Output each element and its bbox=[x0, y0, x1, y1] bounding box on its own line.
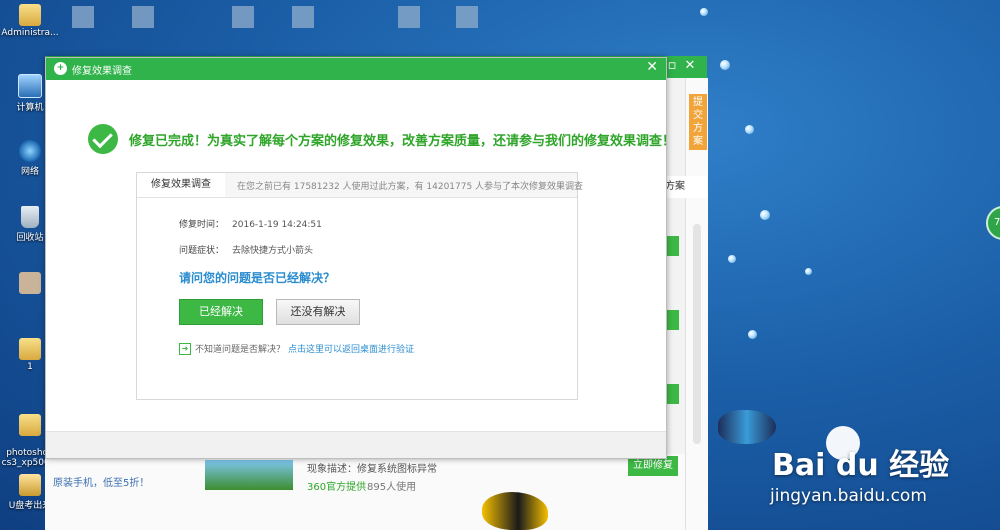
arrow-right-icon: ➜ bbox=[179, 343, 191, 355]
desktop-icon-label: 计算机 bbox=[16, 103, 44, 113]
computer-icon bbox=[18, 74, 42, 98]
desktop-icon-administrator[interactable]: Administra... bbox=[0, 4, 60, 38]
desktop-icon-label: 回收站 bbox=[16, 233, 44, 243]
bubble bbox=[748, 330, 757, 339]
folder-icon bbox=[19, 338, 41, 360]
hint-text: 不知道问题是否解决？ bbox=[195, 345, 286, 355]
blurred-icon bbox=[398, 6, 420, 28]
folder-icon bbox=[19, 414, 41, 436]
survey-panel: 修复效果调查 在您之前已有 17581232 人使用过此方案，有 1420177… bbox=[136, 172, 583, 400]
desktop-top-strip bbox=[0, 0, 1000, 50]
question-heading: 请问您的问题是否已经解决？ bbox=[179, 271, 336, 285]
panel-header: 修复效果调查 在您之前已有 17581232 人使用过此方案，有 1420177… bbox=[137, 173, 583, 198]
bubble bbox=[760, 210, 770, 220]
bubble bbox=[728, 255, 736, 263]
blurred-icon bbox=[132, 6, 154, 28]
baidu-jingyan-watermark: Bai du 经验 bbox=[772, 448, 950, 483]
dialog-footer bbox=[46, 431, 666, 458]
bubble bbox=[745, 125, 754, 134]
promo-link[interactable]: 原装手机，低至5折！ bbox=[53, 474, 149, 489]
scrollbar[interactable] bbox=[693, 224, 701, 444]
not-solved-button[interactable]: 还没有解决 bbox=[276, 299, 360, 325]
bubble bbox=[700, 8, 708, 16]
repair-time-row: 修复时间： 2016-1-19 14:24:51 bbox=[179, 217, 322, 230]
bubble bbox=[720, 60, 730, 70]
background-list-item: 现象描述：修复系统图标异常 360官方提供 895人使用 立即修复 原装手机，低… bbox=[45, 454, 685, 530]
check-icon bbox=[88, 124, 118, 154]
scheme-tab[interactable]: 方案 bbox=[665, 176, 707, 198]
completion-message: 修复已完成！为真实了解每个方案的修复效果，改善方案质量，还请参与我们的修复效果调… bbox=[129, 134, 676, 149]
source-label: 360官方提供 bbox=[307, 482, 367, 493]
dialog-title-bar: + 修复效果调查 ✕ bbox=[46, 58, 666, 80]
bubble bbox=[805, 268, 812, 275]
blurred-icon bbox=[19, 272, 41, 294]
gauge-widget[interactable]: 7 bbox=[986, 206, 1000, 240]
fish-decoration bbox=[718, 410, 776, 444]
app-logo-icon: + bbox=[54, 62, 67, 75]
desktop-icon-label: 1 bbox=[27, 362, 33, 372]
desktop-icon-label: Administra... bbox=[1, 28, 59, 38]
usage-count: 895人使用 bbox=[367, 482, 417, 493]
repair-time-value: 2016-1-19 14:24:51 bbox=[232, 220, 322, 230]
symptom-label: 问题症状： bbox=[179, 246, 225, 256]
fish-decoration bbox=[482, 492, 548, 530]
repair-survey-dialog: + 修复效果调查 ✕ 修复已完成！为真实了解每个方案的修复效果，改善方案质量，还… bbox=[45, 57, 675, 459]
watermark-url: jingyan.baidu.com bbox=[770, 486, 927, 506]
recycle-bin-icon bbox=[21, 206, 39, 228]
verify-on-desktop-link[interactable]: 点击这里可以返回桌面进行验证 bbox=[288, 342, 414, 355]
blurred-icon bbox=[72, 6, 94, 28]
symptom-description: 现象描述：修复系统图标异常 bbox=[307, 464, 437, 475]
symptom-value: 去除快捷方式小箭头 bbox=[232, 246, 314, 256]
blurred-icon bbox=[456, 6, 478, 28]
repair-button-partial[interactable] bbox=[665, 236, 679, 256]
close-icon[interactable]: ✕ bbox=[646, 59, 658, 75]
network-icon bbox=[19, 140, 41, 162]
desktop-icon-label: 网络 bbox=[20, 167, 39, 177]
scheme-thumbnail bbox=[205, 460, 293, 490]
dialog-title: 修复效果调查 bbox=[72, 66, 132, 77]
usage-stats: 在您之前已有 17581232 人使用过此方案，有 14201775 人参与了本… bbox=[237, 182, 584, 192]
folder-icon bbox=[19, 474, 41, 496]
repair-button-partial[interactable] bbox=[665, 310, 679, 330]
repair-time-label: 修复时间： bbox=[179, 220, 225, 230]
submit-scheme-tab[interactable]: 提交方案 bbox=[689, 94, 707, 150]
repair-button-partial[interactable] bbox=[665, 384, 679, 404]
tab-survey[interactable]: 修复效果调查 bbox=[137, 173, 225, 197]
blurred-icon bbox=[232, 6, 254, 28]
solved-button[interactable]: 已经解决 bbox=[179, 299, 263, 325]
close-icon[interactable]: ✕ bbox=[681, 58, 699, 73]
blurred-icon bbox=[292, 6, 314, 28]
folder-icon bbox=[19, 4, 41, 26]
repair-now-button[interactable]: 立即修复 bbox=[628, 456, 678, 476]
symptom-row: 问题症状： 去除快捷方式小箭头 bbox=[179, 243, 313, 256]
